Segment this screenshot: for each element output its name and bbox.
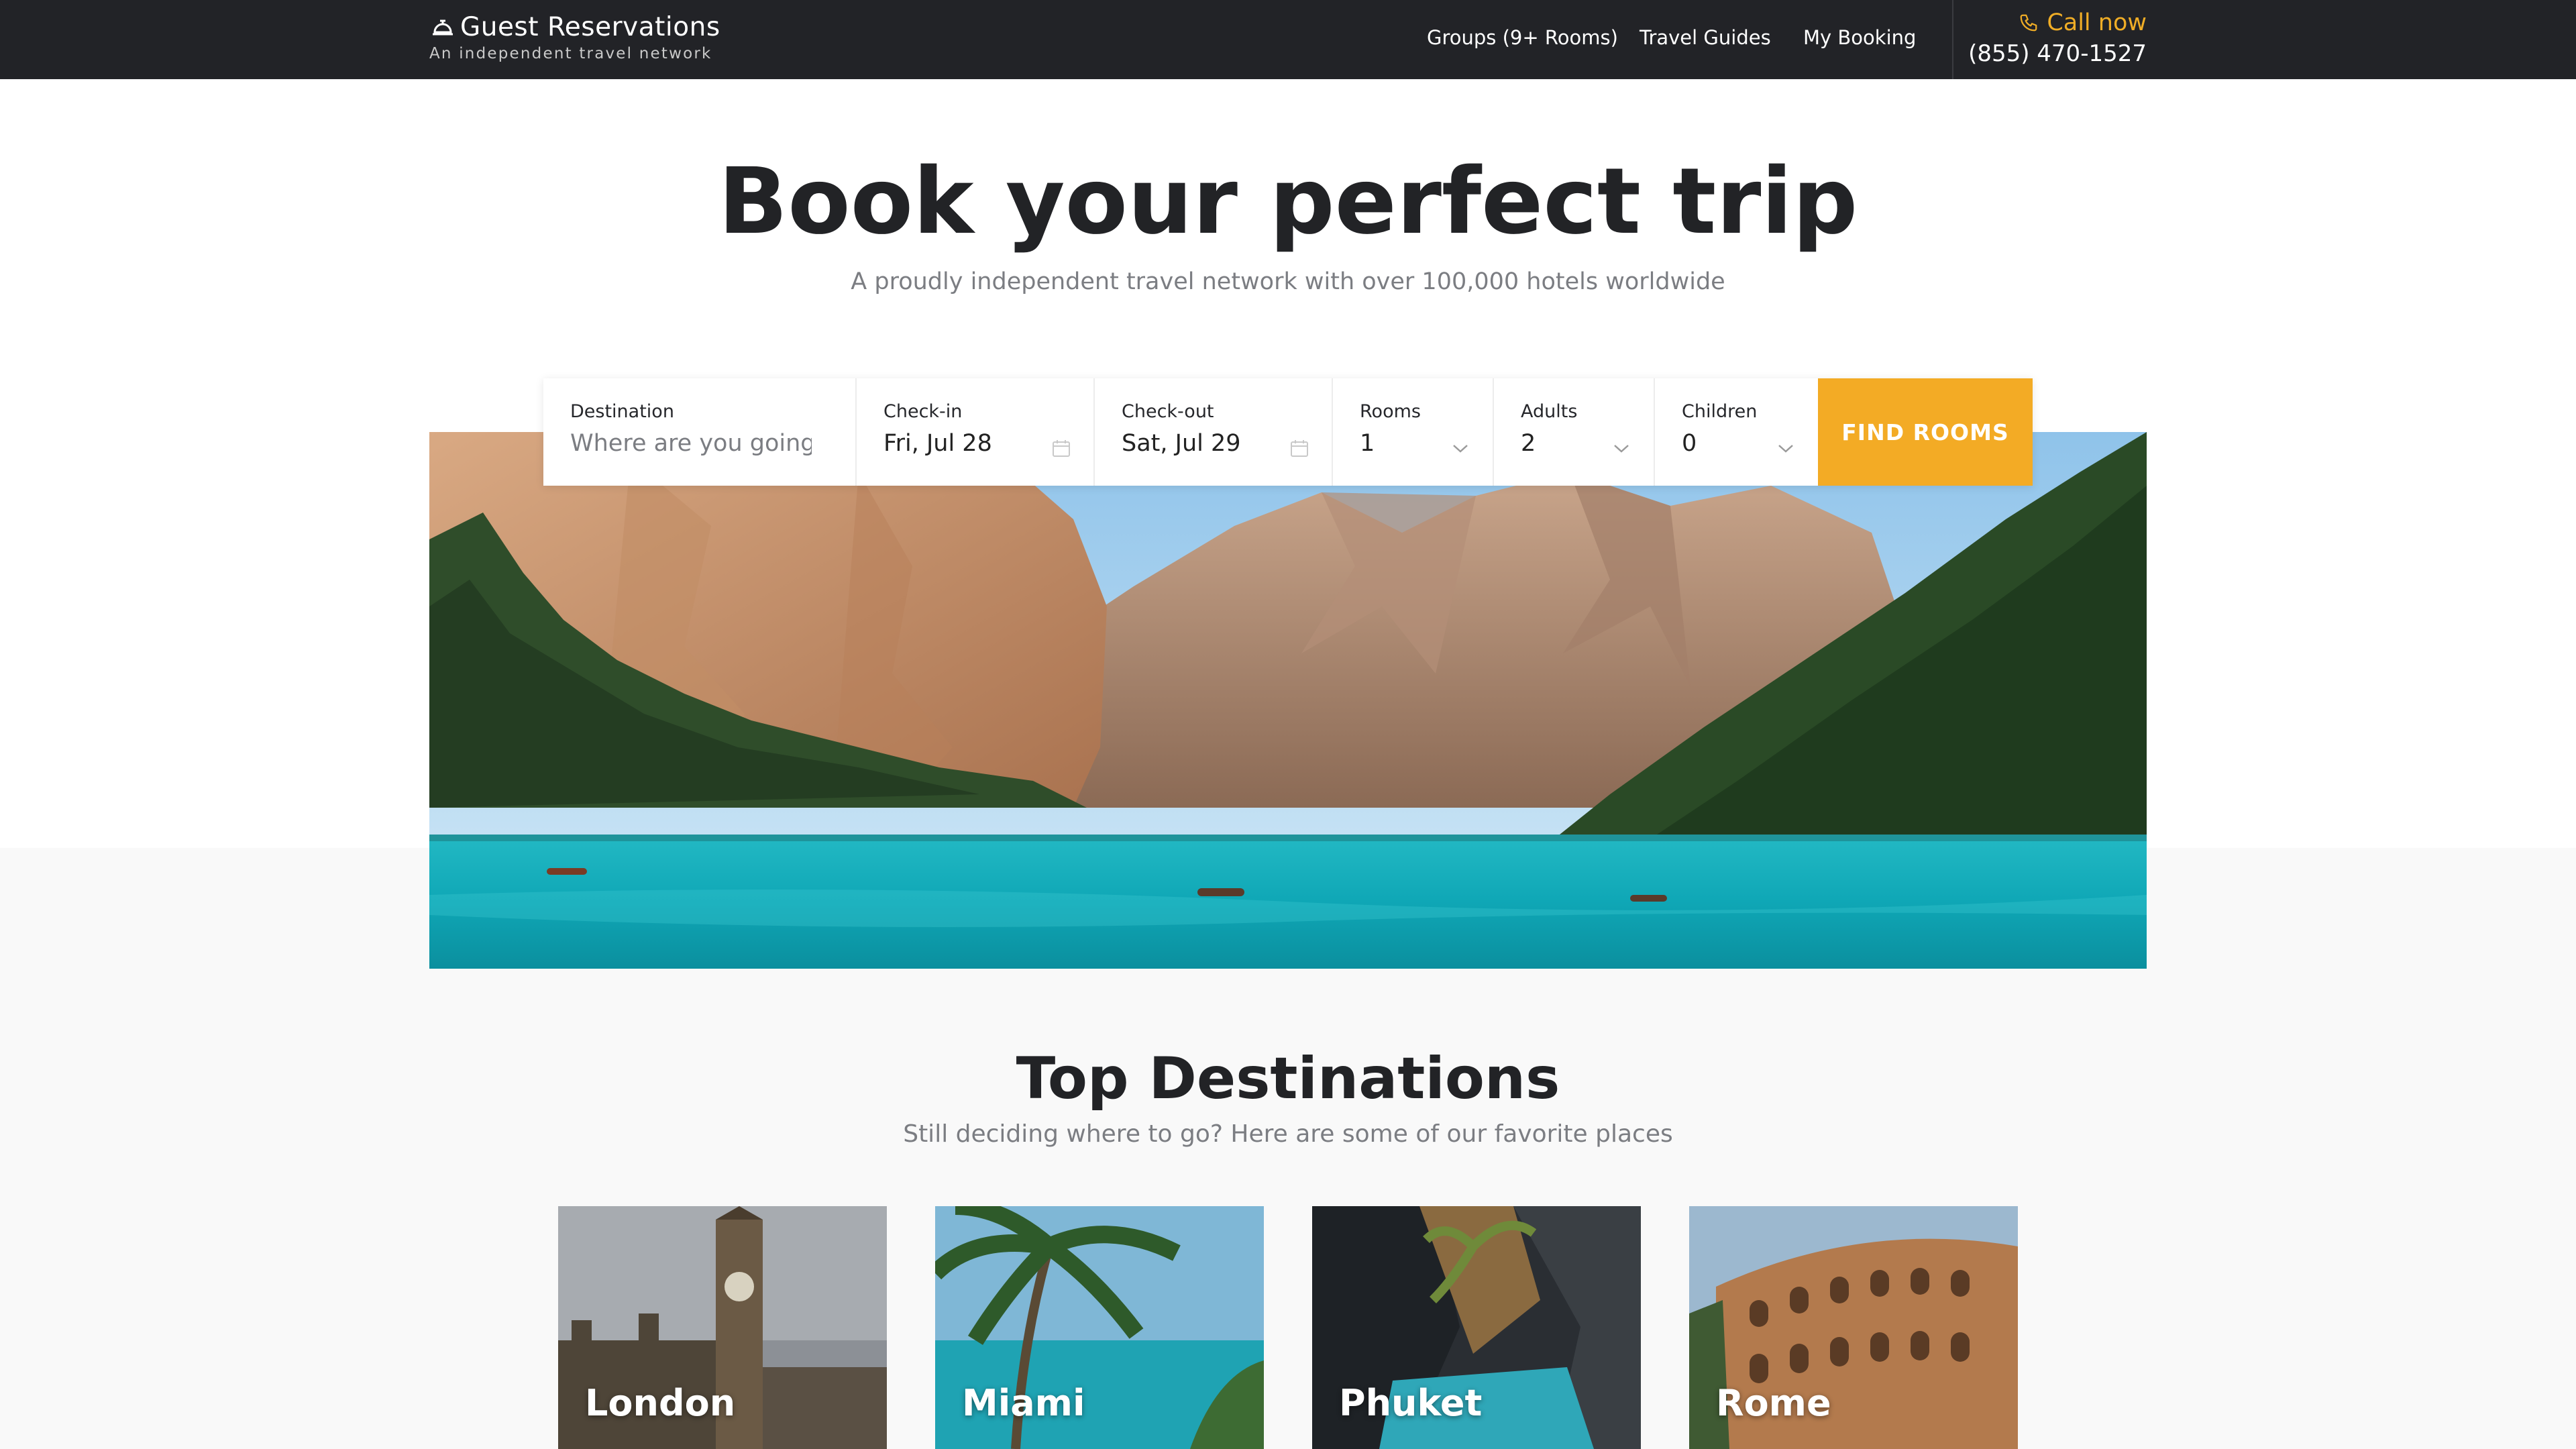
destination-name: London xyxy=(585,1382,736,1424)
nav-link-groups[interactable]: Groups (9+ Rooms) xyxy=(1427,26,1618,49)
destination-card-london[interactable]: London xyxy=(558,1206,887,1449)
nav-link-my-booking[interactable]: My Booking xyxy=(1803,26,1916,49)
top-destinations-subtitle: Still deciding where to go? Here are som… xyxy=(903,1120,1673,1148)
checkin-label: Check-in xyxy=(883,401,963,422)
checkout-value[interactable]: Sat, Jul 29 xyxy=(1122,430,1363,457)
rooms-select[interactable]: Rooms 1 xyxy=(1333,378,1494,486)
destination-card-rome[interactable]: Rome xyxy=(1689,1206,2018,1449)
destination-label: Destination xyxy=(570,401,674,422)
destination-name: Miami xyxy=(962,1382,1085,1424)
children-select[interactable]: Children 0 xyxy=(1655,378,1818,486)
adults-select[interactable]: Adults 2 xyxy=(1494,378,1655,486)
hotel-search-form: Destination Check-in Fri, Jul 28 Check-o… xyxy=(543,378,2033,486)
phone-icon xyxy=(2020,14,2037,32)
top-navbar: Guest Reservations An independent travel… xyxy=(0,0,2576,79)
calendar-icon[interactable] xyxy=(1051,437,1072,459)
checkin-value[interactable]: Fri, Jul 28 xyxy=(883,430,1125,457)
hero-subtitle: A proudly independent travel network wit… xyxy=(851,268,1725,295)
destination-input[interactable] xyxy=(570,430,812,457)
destination-name: Phuket xyxy=(1339,1382,1483,1424)
chevron-down-icon[interactable] xyxy=(1775,437,1796,459)
hero-title: Book your perfect trip xyxy=(718,149,1858,255)
top-destinations-title: Top Destinations xyxy=(1016,1045,1560,1112)
destination-field[interactable]: Destination xyxy=(543,378,857,486)
checkout-label: Check-out xyxy=(1122,401,1214,422)
mountain-lake-illustration xyxy=(429,432,2147,969)
children-label: Children xyxy=(1682,401,1758,422)
checkin-field[interactable]: Check-in Fri, Jul 28 xyxy=(857,378,1095,486)
call-now-block[interactable]: Call now (855) 470-1527 xyxy=(1968,9,2147,67)
call-now-label: Call now xyxy=(2047,9,2147,36)
main-nav: Groups (9+ Rooms) Travel Guides My Booki… xyxy=(0,26,2576,53)
nav-link-travel-guides[interactable]: Travel Guides xyxy=(1640,26,1771,49)
chevron-down-icon[interactable] xyxy=(1450,437,1471,459)
destination-name: Rome xyxy=(1716,1382,1831,1424)
chevron-down-icon[interactable] xyxy=(1611,437,1632,459)
rooms-label: Rooms xyxy=(1360,401,1421,422)
nav-divider xyxy=(1952,0,1953,79)
checkout-field[interactable]: Check-out Sat, Jul 29 xyxy=(1095,378,1333,486)
phone-number[interactable]: (855) 470-1527 xyxy=(1968,40,2147,67)
children-value[interactable]: 0 xyxy=(1682,430,1923,457)
adults-label: Adults xyxy=(1521,401,1578,422)
destination-card-phuket[interactable]: Phuket xyxy=(1312,1206,1641,1449)
calendar-icon[interactable] xyxy=(1289,437,1310,459)
hero-lake-image xyxy=(429,432,2147,969)
destination-card-miami[interactable]: Miami xyxy=(935,1206,1264,1449)
